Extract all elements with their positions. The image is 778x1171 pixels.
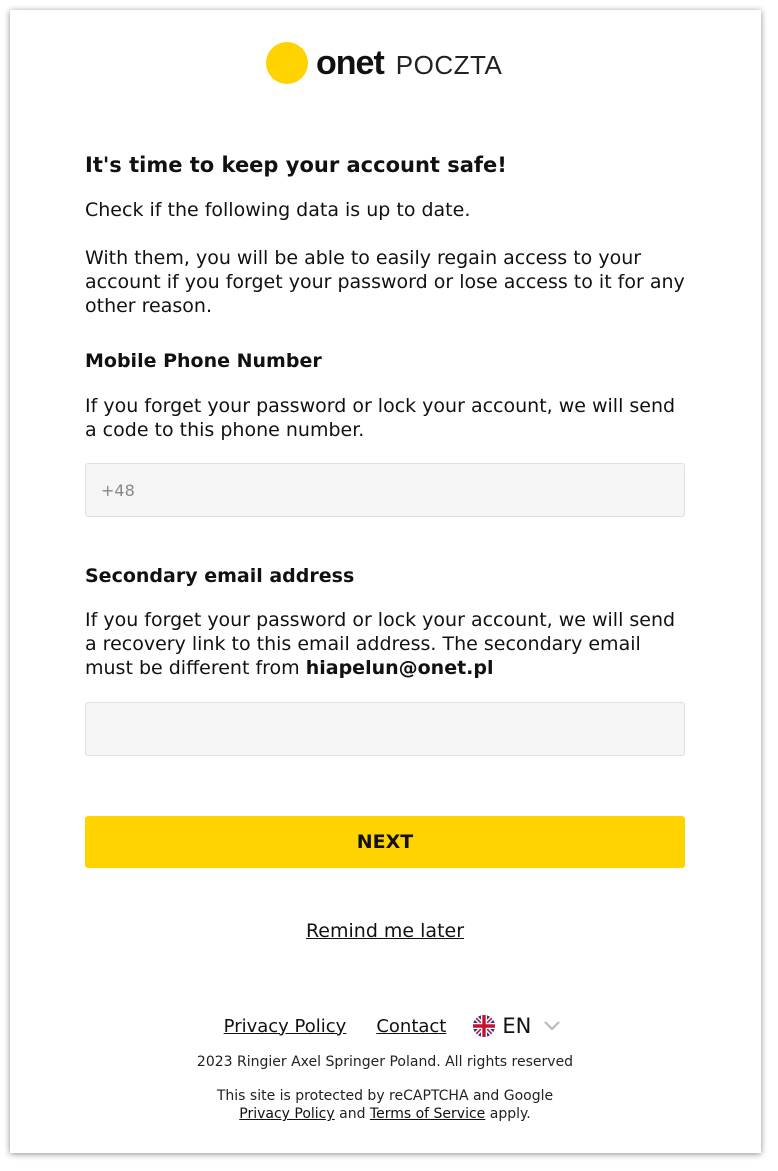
phone-description: If you forget your password or lock your… [85, 395, 676, 441]
logo-dot-icon [266, 42, 308, 84]
secondary-email-input[interactable] [86, 703, 684, 755]
onet-poczta-logo[interactable]: onet POCZTA [266, 42, 502, 84]
phone-input[interactable] [86, 464, 684, 516]
recaptcha-apply-text: apply. [489, 1106, 531, 1122]
logo-word: onet [316, 44, 385, 82]
form-card: onet POCZTA It's time to keep your accou… [10, 10, 761, 1153]
page-title: It's time to keep your account safe! [85, 153, 507, 177]
phone-section-label: Mobile Phone Number [85, 350, 322, 372]
recaptcha-line: This site is protected by reCAPTCHA and … [216, 1088, 554, 1104]
remind-later-row: Remind me later [85, 920, 685, 942]
next-button[interactable]: NEXT [85, 816, 685, 868]
chevron-down-icon [543, 1020, 561, 1032]
uk-flag-icon [473, 1015, 496, 1037]
email-field-wrapper [85, 702, 685, 756]
privacy-policy-link[interactable]: Privacy Policy [224, 1016, 347, 1037]
google-terms-link[interactable]: Terms of Service [370, 1106, 485, 1122]
google-privacy-policy-link[interactable]: Privacy Policy [239, 1106, 334, 1122]
copyright-text: 2023 Ringier Axel Springer Poland. All r… [196, 1054, 574, 1070]
intro-explanation: With them, you will be able to easily re… [85, 247, 685, 317]
remind-later-link[interactable]: Remind me later [306, 920, 464, 942]
email-section-label: Secondary email address [85, 565, 355, 587]
current-email: hiapelun@onet.pl [305, 657, 494, 679]
intro-text: Check if the following data is up to dat… [85, 199, 471, 221]
language-selector[interactable]: EN [473, 1014, 561, 1038]
recaptcha-links-line: Privacy Policy and Terms of Service appl… [85, 1105, 685, 1123]
footer-links: Privacy Policy Contact EN [85, 1014, 685, 1038]
language-code: EN [502, 1014, 532, 1038]
recaptcha-notice: This site is protected by reCAPTCHA and … [85, 1087, 685, 1123]
phone-field-wrapper [85, 463, 685, 517]
logo-subtitle: POCZTA [395, 49, 503, 80]
contact-link[interactable]: Contact [376, 1016, 446, 1037]
email-description: If you forget your password or lock your… [85, 608, 685, 680]
recaptcha-and-text: and [339, 1106, 366, 1122]
